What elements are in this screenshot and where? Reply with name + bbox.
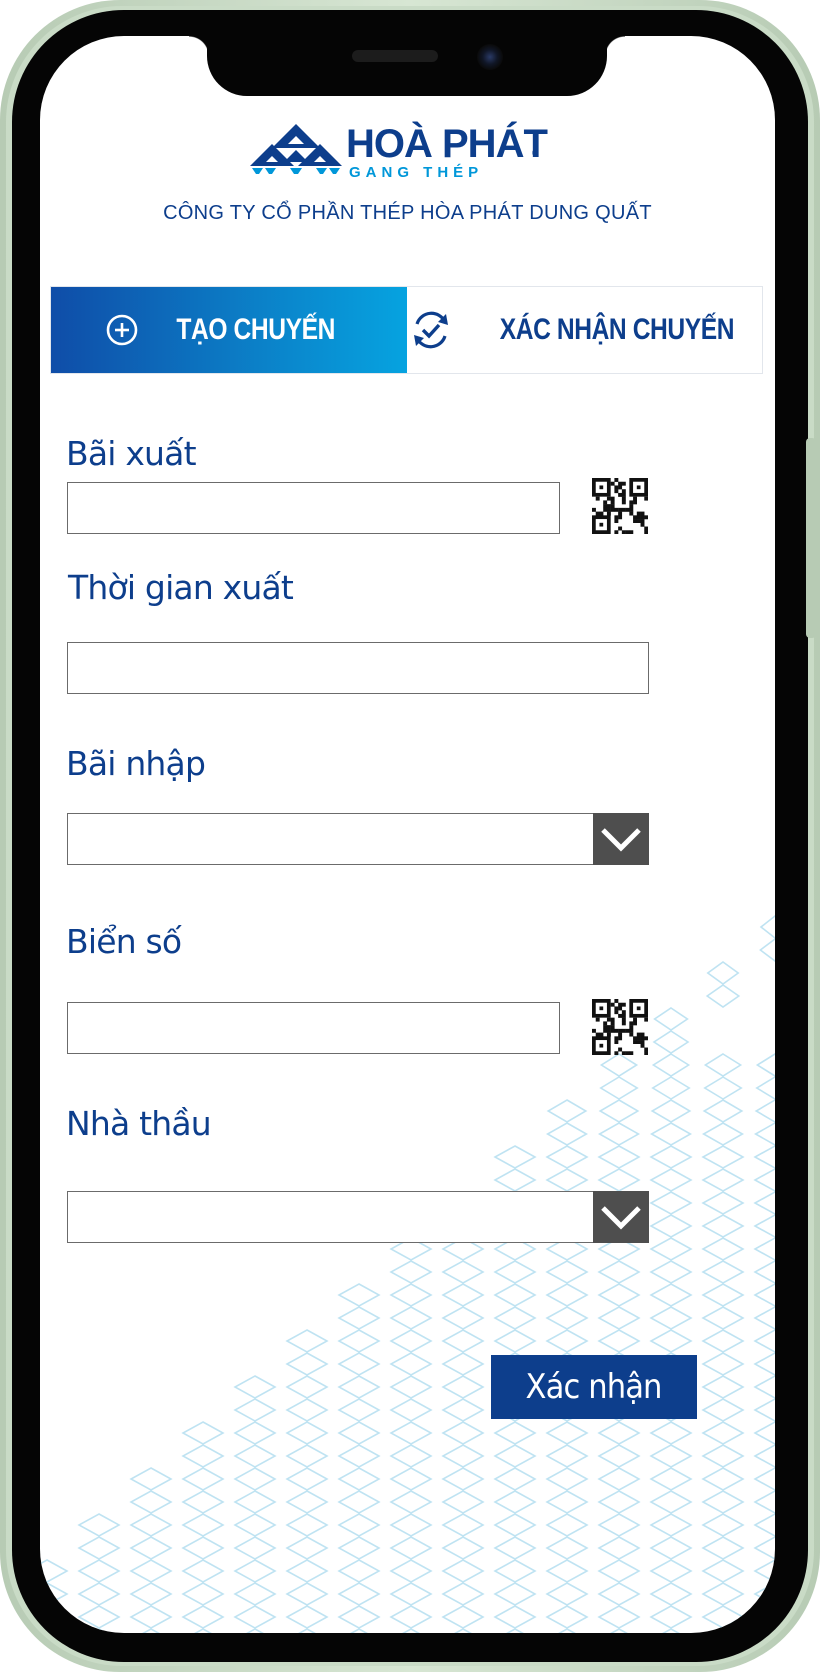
nha-thau-label: Nhà thầu [66, 1104, 212, 1143]
phone-notch [189, 36, 625, 96]
qr-code-icon [592, 999, 649, 1056]
nha-thau-select[interactable] [67, 1191, 649, 1243]
tab-confirm-trip[interactable]: XÁC NHẬN CHUYẾN [407, 287, 763, 373]
brand-name: HOÀ PHÁT [346, 122, 548, 166]
front-camera [477, 44, 503, 70]
company-logo: HOÀ PHÁT ® GANG THÉP [250, 122, 550, 184]
brand-subtitle: GANG THÉP [349, 164, 484, 181]
registered-mark: ® [532, 148, 539, 158]
tab-bar: TẠO CHUYẾN XÁC NHẬN CHUYẾN [50, 286, 763, 374]
bai-xuat-label: Bãi xuất [66, 434, 197, 473]
nha-thau-dropdown-button[interactable] [593, 1191, 649, 1243]
bien-so-label: Biển số [66, 922, 182, 961]
bien-so-input[interactable] [67, 1002, 560, 1054]
bai-nhap-select[interactable] [67, 813, 649, 865]
logo-mark-icon [250, 124, 342, 174]
bien-so-qr-scan-button[interactable] [592, 999, 649, 1056]
app-screen: HOÀ PHÁT ® GANG THÉP CÔNG TY CỔ PHẦN THÉ… [40, 36, 775, 1633]
tab-confirm-trip-label: XÁC NHẬN CHUYẾN [500, 313, 735, 346]
tab-create-trip[interactable]: TẠO CHUYẾN [51, 287, 407, 373]
bai-nhap-dropdown-button[interactable] [593, 813, 649, 865]
chevron-down-icon [601, 1206, 641, 1230]
bai-nhap-label: Bãi nhập [66, 744, 206, 783]
thoi-gian-xuat-input[interactable] [67, 642, 649, 694]
side-button [806, 438, 816, 638]
confirm-button-label: Xác nhận [525, 1367, 663, 1407]
confirm-button[interactable]: Xác nhận [491, 1355, 697, 1419]
thoi-gian-xuat-label: Thời gian xuất [68, 568, 294, 607]
qr-code-icon [592, 478, 649, 535]
plus-circle-icon [105, 313, 139, 347]
speaker-grille [352, 50, 438, 62]
tab-create-trip-label: TẠO CHUYẾN [176, 313, 336, 346]
chevron-down-icon [601, 828, 641, 852]
refresh-check-icon [408, 307, 454, 353]
bai-xuat-qr-scan-button[interactable] [592, 478, 649, 535]
company-name: CÔNG TY CỔ PHẦN THÉP HÒA PHÁT DUNG QUẤT [163, 202, 652, 224]
bai-xuat-input[interactable] [67, 482, 560, 534]
